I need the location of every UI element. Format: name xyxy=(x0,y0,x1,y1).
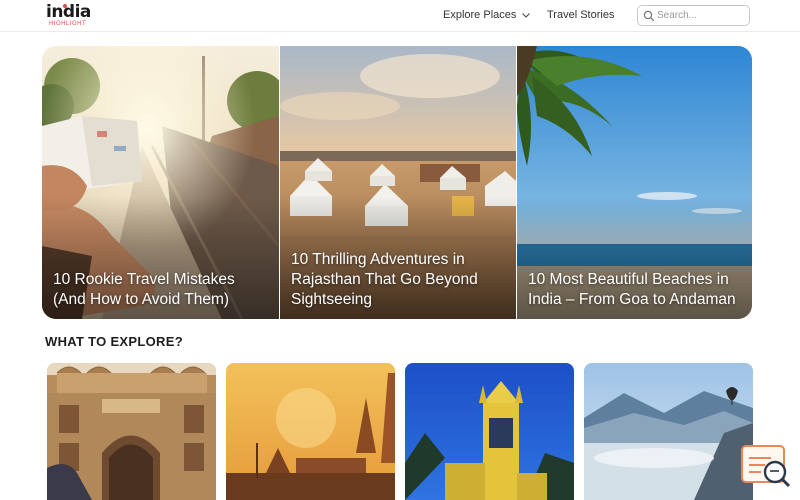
church-tower-image xyxy=(405,363,574,500)
temple-sunset-image xyxy=(226,363,395,500)
logo-dot xyxy=(63,4,67,8)
mountain-valley-image xyxy=(584,363,753,500)
fort-palace-image xyxy=(47,363,216,500)
chevron-down-icon[interactable] xyxy=(521,10,531,20)
featured-stories: 10 Rookie Travel Mistakes (And How to Av… xyxy=(42,46,752,319)
chat-help-icon[interactable] xyxy=(741,444,792,489)
section-title: WHAT TO EXPLORE? xyxy=(45,334,183,349)
featured-story-title: 10 Rookie Travel Mistakes (And How to Av… xyxy=(53,271,235,308)
nav-travel-stories[interactable]: Travel Stories xyxy=(547,9,614,22)
search-icon xyxy=(643,10,655,22)
logo-tagline: HIGHLIGHT xyxy=(49,21,87,27)
featured-story-title: 10 Most Beautiful Beaches in India – Fro… xyxy=(528,271,736,308)
search-input[interactable] xyxy=(657,8,745,23)
site-header: india HIGHLIGHT Explore Places Travel St… xyxy=(0,0,800,32)
explore-card[interactable] xyxy=(47,363,216,500)
explore-card[interactable] xyxy=(584,363,753,500)
search-box[interactable] xyxy=(637,5,750,26)
site-logo[interactable]: india HIGHLIGHT xyxy=(46,3,98,29)
explore-card[interactable] xyxy=(405,363,574,500)
logo-wordmark: india xyxy=(46,2,91,22)
featured-story-card[interactable]: 10 Rookie Travel Mistakes (And How to Av… xyxy=(42,46,279,319)
featured-story-title: 10 Thrilling Adventures in Rajasthan Tha… xyxy=(291,251,478,308)
featured-story-card[interactable]: 10 Most Beautiful Beaches in India – Fro… xyxy=(517,46,752,319)
explore-card[interactable] xyxy=(226,363,395,500)
nav-explore-places[interactable]: Explore Places xyxy=(443,9,516,22)
featured-story-card[interactable]: 10 Thrilling Adventures in Rajasthan Tha… xyxy=(280,46,516,319)
